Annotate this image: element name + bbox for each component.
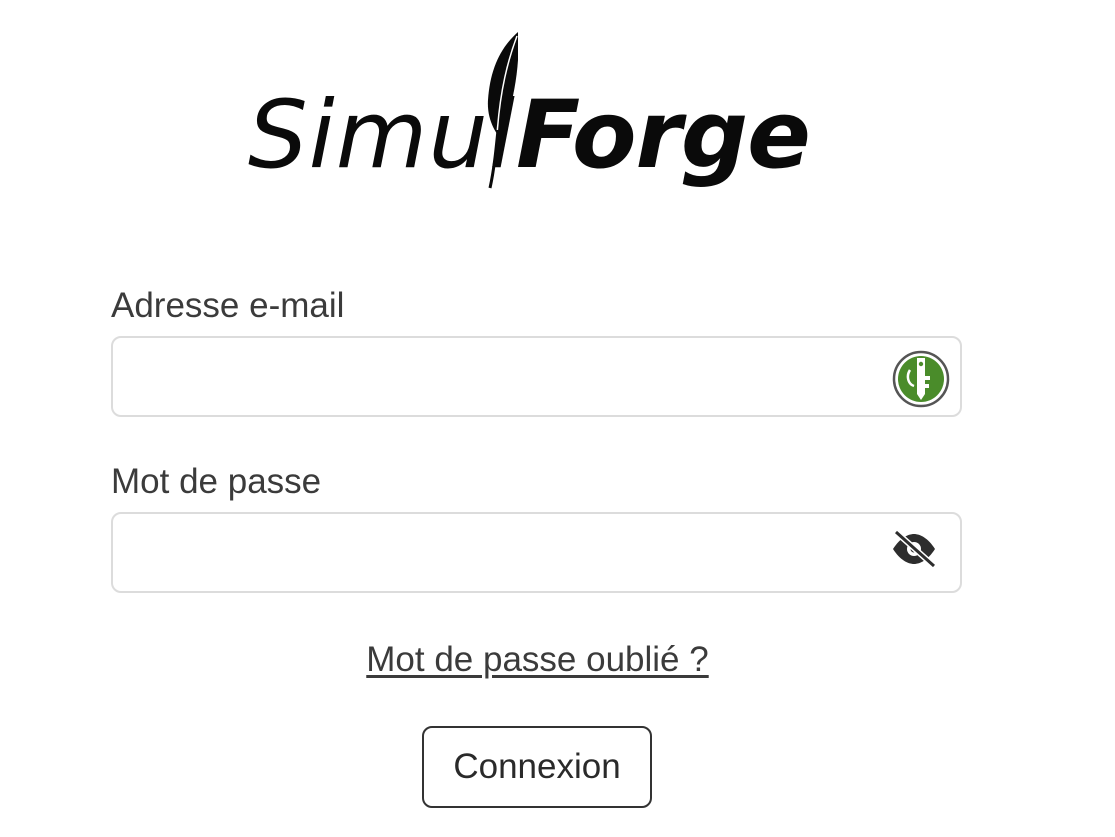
password-field-container bbox=[111, 512, 962, 593]
password-label: Mot de passe bbox=[111, 462, 322, 501]
email-label: Adresse e-mail bbox=[111, 286, 345, 325]
password-input[interactable] bbox=[129, 524, 873, 584]
logo-text-simul: Simul bbox=[248, 81, 517, 190]
eye-slash-icon[interactable] bbox=[890, 530, 938, 568]
keepassxc-key-icon[interactable] bbox=[892, 350, 950, 408]
logo-text-forge: Forge bbox=[516, 81, 811, 190]
forgot-password-link[interactable]: Mot de passe oublié ? bbox=[0, 640, 1075, 680]
email-input[interactable] bbox=[129, 348, 873, 408]
connexion-button[interactable]: Connexion bbox=[422, 726, 652, 808]
simulforge-logo: SimulForge bbox=[248, 30, 828, 215]
email-field-container bbox=[111, 336, 962, 417]
